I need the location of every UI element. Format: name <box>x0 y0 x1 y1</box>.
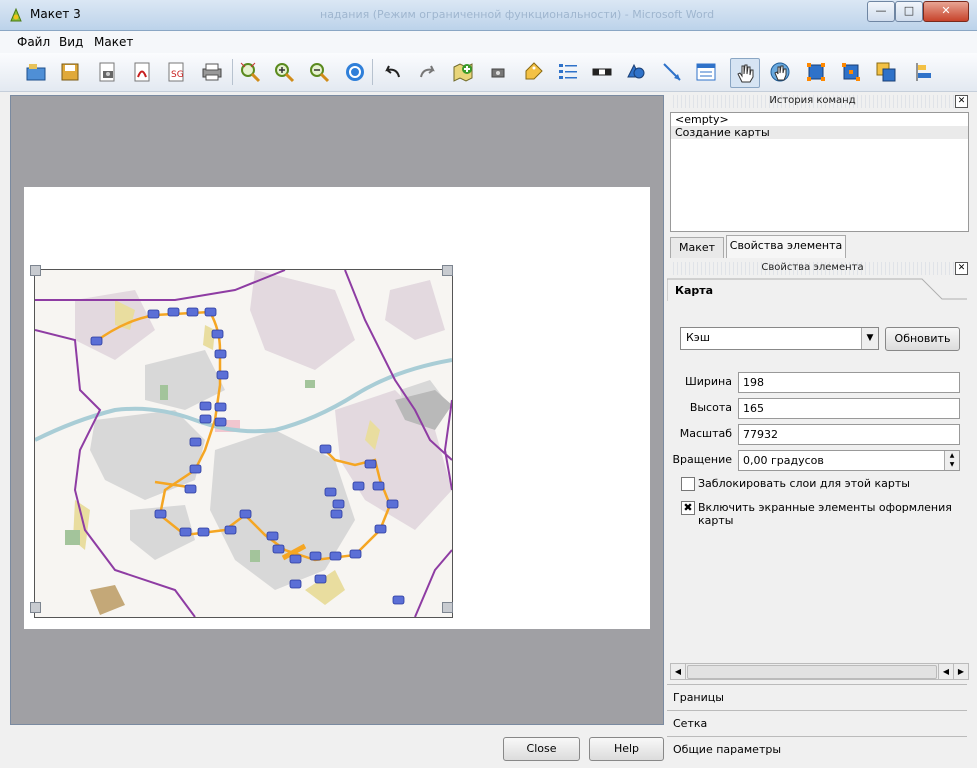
history-panel-title: История команд <box>769 95 856 106</box>
zoom-full-icon[interactable] <box>236 58 264 86</box>
layout-page <box>24 187 650 629</box>
refresh-icon[interactable] <box>341 58 369 86</box>
resize-handle-top-left[interactable] <box>30 265 41 276</box>
qgis-app-icon <box>10 7 22 22</box>
section-grid-label: Сетка <box>673 717 708 730</box>
resize-handle-top-right[interactable] <box>442 265 453 276</box>
window-title: Макет 3 <box>30 7 81 21</box>
properties-panel-header: Свойства элемента <box>670 262 955 275</box>
scroll-thumb[interactable] <box>687 665 937 679</box>
rotation-label: Вращение <box>672 453 732 466</box>
cache-select-value: Кэш <box>686 331 710 344</box>
add-scalebar-icon[interactable] <box>588 58 616 86</box>
history-list: <empty> Создание карты <box>670 112 969 232</box>
width-label: Ширина <box>685 375 732 388</box>
height-value: 165 <box>743 402 764 415</box>
tab-item-properties[interactable]: Свойства элемента <box>726 235 846 258</box>
section-general-label: Общие параметры <box>673 743 782 756</box>
resize-handle-bottom-left[interactable] <box>30 602 41 613</box>
lock-layers-label: Заблокировать слои для этой карты <box>698 477 910 490</box>
toolbar: SG <box>0 53 977 92</box>
export-pdf-icon[interactable] <box>128 58 156 86</box>
save-icon[interactable] <box>56 58 84 86</box>
menu-file[interactable]: Файл <box>17 35 50 49</box>
draw-canvas-items-checkbox[interactable]: ✖ <box>681 501 695 515</box>
add-table-icon[interactable] <box>692 58 720 86</box>
svg-text:SG: SG <box>171 70 184 80</box>
redo-icon[interactable] <box>414 58 442 86</box>
add-arrow-icon[interactable] <box>658 58 686 86</box>
section-frame[interactable]: Границы <box>667 684 967 710</box>
section-tab-outline <box>667 278 967 301</box>
title-bar: Макет 3 надания (Режим ограниченной функ… <box>0 0 977 31</box>
close-button[interactable]: Close <box>503 737 580 761</box>
cache-select[interactable]: Кэш ▼ <box>680 327 879 350</box>
menu-layout[interactable]: Макет <box>94 35 133 49</box>
properties-panel-title: Свойства элемента <box>761 262 864 273</box>
add-legend-icon[interactable] <box>554 58 582 86</box>
add-map-icon[interactable] <box>449 58 477 86</box>
raise-items-icon[interactable] <box>872 58 900 86</box>
map-render <box>35 270 452 617</box>
history-panel-header: История команд <box>670 95 955 108</box>
group-icon[interactable] <box>802 58 830 86</box>
history-item[interactable]: Создание карты <box>671 126 968 139</box>
add-image-icon[interactable] <box>484 58 512 86</box>
align-icon[interactable] <box>910 58 938 86</box>
rotation-spinbox[interactable]: 0,00 градусов ▲ ▼ <box>738 450 960 471</box>
lock-layers-checkbox[interactable] <box>681 477 695 491</box>
menu-bar: Файл Вид Макет <box>0 31 977 53</box>
scale-label: Масштаб <box>679 427 732 440</box>
height-input[interactable]: 165 <box>738 398 960 419</box>
zoom-in-icon[interactable] <box>270 58 298 86</box>
update-preview-button[interactable]: Обновить <box>885 327 960 351</box>
add-label-icon[interactable] <box>519 58 547 86</box>
rotation-value: 0,00 градусов <box>743 454 824 467</box>
map-item[interactable] <box>34 269 453 618</box>
draw-canvas-items-label: Включить экранные элементы оформления ка… <box>698 501 952 527</box>
select-move-icon[interactable] <box>730 58 760 88</box>
open-folder-icon[interactable] <box>22 58 50 86</box>
scale-input[interactable]: 77932 <box>738 424 960 445</box>
horizontal-scrollbar[interactable]: ◀ ◀ ▶ <box>670 663 969 680</box>
zoom-out-icon[interactable] <box>305 58 333 86</box>
spin-arrows-icon[interactable]: ▲ ▼ <box>944 451 959 470</box>
export-image-icon[interactable] <box>93 58 121 86</box>
tab-layout[interactable]: Макет <box>670 237 724 258</box>
undo-icon[interactable] <box>378 58 406 86</box>
scroll-right-arrow-icon[interactable]: ▶ <box>953 664 968 679</box>
scale-value: 77932 <box>743 428 778 441</box>
export-svg-icon[interactable]: SG <box>162 58 190 86</box>
ungroup-icon[interactable] <box>837 58 865 86</box>
print-icon[interactable] <box>198 58 226 86</box>
resize-handle-bottom-right[interactable] <box>442 602 453 613</box>
menu-view[interactable]: Вид <box>59 35 83 49</box>
add-shape-icon[interactable] <box>622 58 650 86</box>
layout-canvas[interactable] <box>10 95 664 725</box>
minimize-button[interactable]: — <box>867 1 895 22</box>
maximize-button[interactable]: □ <box>895 1 923 22</box>
section-grid[interactable]: Сетка <box>667 710 967 736</box>
move-content-icon[interactable] <box>766 58 794 86</box>
background-window-title: надания (Режим ограниченной функциональн… <box>320 8 715 21</box>
section-frame-label: Границы <box>673 691 724 704</box>
close-history-panel-button[interactable]: ✕ <box>955 95 968 108</box>
help-button[interactable]: Help <box>589 737 664 761</box>
width-input[interactable]: 198 <box>738 372 960 393</box>
scroll-left-arrow-icon[interactable]: ◀ <box>938 664 953 679</box>
scroll-left-arrow-icon[interactable]: ◀ <box>671 664 686 679</box>
history-item[interactable]: <empty> <box>671 113 968 126</box>
height-label: Высота <box>689 401 732 414</box>
close-properties-panel-button[interactable]: ✕ <box>955 262 968 275</box>
chevron-down-icon: ▼ <box>861 328 878 349</box>
section-general[interactable]: Общие параметры <box>667 736 967 762</box>
close-window-button[interactable]: ✕ <box>923 1 969 22</box>
width-value: 198 <box>743 376 764 389</box>
